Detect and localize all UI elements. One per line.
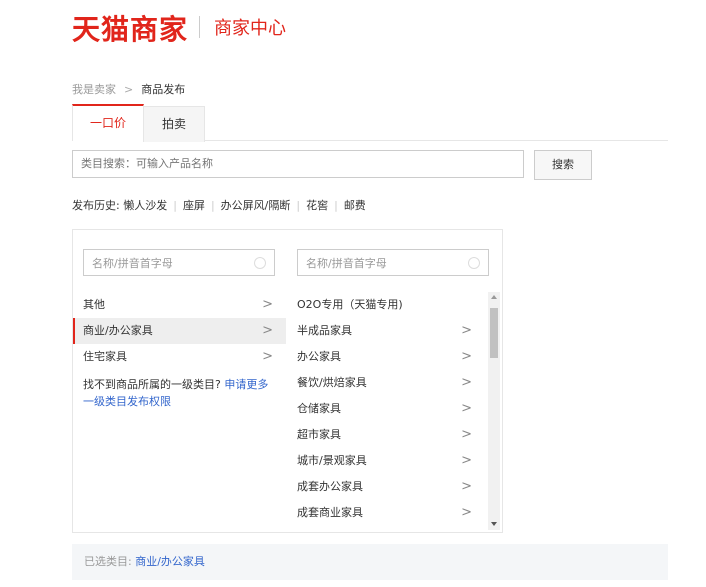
not-found-text: 找不到商品所属的一级类目? — [83, 378, 225, 391]
subcategory-item[interactable]: 成套商业家具 > — [286, 500, 486, 526]
subcategory-item[interactable]: O2O专用（天猫专用) — [286, 292, 486, 318]
subcategory-item-label: 超市家具 — [297, 428, 341, 441]
subcategory-item-label: 成套商业家具 — [297, 506, 363, 519]
subcategory-item-label: 餐饮/烘焙家具 — [297, 376, 367, 389]
breadcrumb-current: 商品发布 — [141, 83, 186, 96]
history-separator: | — [296, 199, 301, 212]
category-item-home-furniture[interactable]: 住宅家具 > — [73, 344, 287, 370]
category-item-label: 住宅家具 — [83, 350, 127, 363]
level1-category-list: 其他 > 商业/办公家具 > 住宅家具 > — [73, 292, 287, 370]
level1-filter-input[interactable]: 名称/拼音首字母 — [83, 249, 275, 276]
scrollbar-thumb[interactable] — [490, 308, 498, 358]
merchant-center-title[interactable]: 商家中心 — [214, 14, 286, 40]
tmall-merchant-logo[interactable]: 天猫商家 — [72, 8, 188, 48]
level2-filter-placeholder: 名称/拼音首字母 — [306, 257, 387, 270]
scroll-down-arrow-icon[interactable] — [491, 522, 497, 526]
history-label: 发布历史: — [72, 199, 120, 212]
search-button[interactable]: 搜索 — [534, 150, 592, 180]
history-item[interactable]: 懒人沙发 — [123, 199, 167, 212]
selected-category-label: 已选类目: — [84, 555, 136, 568]
chevron-right-icon: > — [461, 375, 472, 390]
history-item[interactable]: 邮费 — [344, 199, 366, 212]
breadcrumb: 我是卖家 > 商品发布 — [72, 81, 185, 97]
subcategory-item-label: 成套办公家具 — [297, 480, 363, 493]
level1-filter-placeholder: 名称/拼音首字母 — [92, 257, 173, 270]
search-icon — [468, 257, 480, 269]
chevron-right-icon: > — [461, 479, 472, 494]
category-panel-level1: 名称/拼音首字母 其他 > 商业/办公家具 > 住宅家具 > 找不到商品所属的一… — [72, 229, 288, 533]
subcategory-item-label: 半成品家具 — [297, 324, 352, 337]
history-item[interactable]: 办公屏风/隔断 — [221, 199, 291, 212]
subcategory-item-label: 办公家具 — [297, 350, 341, 363]
subcategory-item[interactable]: 餐饮/烘焙家具 > — [286, 370, 486, 396]
history-separator: | — [173, 199, 177, 212]
chevron-right-icon: > — [461, 505, 472, 520]
category-panel-level2: 名称/拼音首字母 O2O专用（天猫专用) 半成品家具 > 办公家具 > 餐饮/烘… — [286, 229, 503, 533]
subcategory-item[interactable]: 仓储家具 > — [286, 396, 486, 422]
tab-auction[interactable]: 拍卖 — [143, 106, 205, 142]
history-separator: | — [210, 199, 215, 212]
chevron-right-icon: > — [262, 323, 273, 338]
subcategory-item[interactable]: 超市家具 > — [286, 422, 486, 448]
category-item-other[interactable]: 其他 > — [73, 292, 287, 318]
publish-history: 发布历史: 懒人沙发 | 座屏 | 办公屏风/隔断 | 花窖 | 邮费 — [72, 197, 366, 213]
chevron-right-icon: > — [262, 349, 273, 364]
history-item[interactable]: 座屏 — [183, 199, 205, 212]
chevron-right-icon: > — [461, 453, 472, 468]
category-not-found-note: 找不到商品所属的一级类目? 申请更多一级类目发布权限 — [83, 376, 279, 410]
breadcrumb-seller[interactable]: 我是卖家 — [72, 83, 116, 96]
subcategory-item[interactable]: 半成品家具 > — [286, 318, 486, 344]
selected-category-value[interactable]: 商业/办公家具 — [135, 555, 205, 568]
category-item-commercial-office-furniture[interactable]: 商业/办公家具 > — [73, 318, 287, 344]
category-item-label: 其他 — [83, 298, 105, 311]
logo-divider — [199, 16, 200, 38]
chevron-right-icon: > — [461, 349, 472, 364]
level2-category-list: O2O专用（天猫专用) 半成品家具 > 办公家具 > 餐饮/烘焙家具 > 仓储家… — [286, 292, 486, 526]
breadcrumb-arrow-icon: > — [124, 83, 134, 96]
level2-scrollbar[interactable] — [488, 292, 500, 530]
history-separator: | — [334, 199, 338, 212]
subcategory-item-label: 仓储家具 — [297, 402, 341, 415]
subcategory-item-label: O2O专用（天猫专用) — [297, 298, 403, 311]
chevron-right-icon: > — [461, 323, 472, 338]
scroll-up-arrow-icon[interactable] — [491, 295, 497, 299]
subcategory-item[interactable]: 成套办公家具 > — [286, 474, 486, 500]
history-item[interactable]: 花窖 — [306, 199, 328, 212]
subcategory-item-label: 城市/景观家具 — [297, 454, 367, 467]
category-search-input[interactable] — [72, 150, 524, 178]
search-icon — [254, 257, 266, 269]
selected-category-bar: 已选类目: 商业/办公家具 — [72, 544, 668, 580]
tab-fixed-price[interactable]: 一口价 — [72, 104, 144, 141]
chevron-right-icon: > — [262, 297, 273, 312]
chevron-right-icon: > — [461, 401, 472, 416]
chevron-right-icon: > — [461, 427, 472, 442]
category-item-label: 商业/办公家具 — [83, 324, 153, 337]
subcategory-item[interactable]: 办公家具 > — [286, 344, 486, 370]
level2-filter-input[interactable]: 名称/拼音首字母 — [297, 249, 489, 276]
subcategory-item[interactable]: 城市/景观家具 > — [286, 448, 486, 474]
